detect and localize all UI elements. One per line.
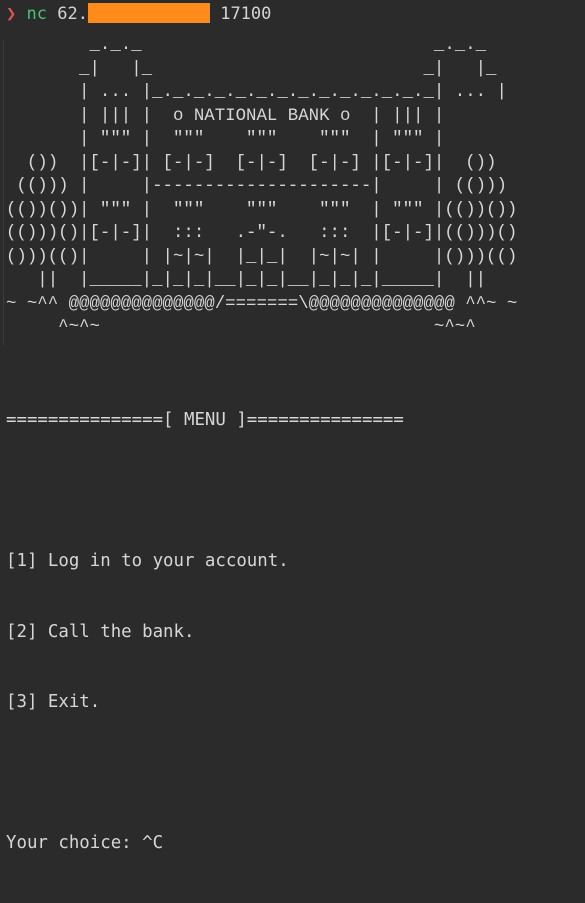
menu-output: ===============[ MENU ]=============== [… <box>6 362 404 903</box>
banner-line: ()))(()| | |~|~| |_|_| |~|~| | |()))(() <box>6 247 518 267</box>
port-number: 17100 <box>220 4 272 24</box>
menu-item-exit: [3] Exit. <box>6 692 101 712</box>
banner-line: ^~^~ ~^~^ <box>6 318 476 337</box>
host-prefix: 62. <box>57 4 88 24</box>
banner-line: ()) |[-|-]| [-|-] [-|-] [-|-] |[-|-]| ()… <box>6 153 497 173</box>
banner-line: || |_____|_|_|_|__|_|_|__|_|_|_|_____| |… <box>6 271 487 290</box>
command-name: nc <box>26 4 47 24</box>
banner-line: | """ | """ """ """ | """ | <box>6 130 445 149</box>
banner-line: (())())| """ | """ """ """ | """ |(())()… <box>6 200 518 220</box>
redacted-host-block <box>87 3 210 23</box>
banner-line: | ||| | o NATIONAL BANK o | ||| | <box>6 106 445 126</box>
banner-line: | ... |_._._._._._._._._._._._._._| ... … <box>6 83 507 102</box>
shell-prompt-line: ❯ nc 62. 17100 <box>6 2 271 26</box>
banner-line: ~ ~^^ @@@@@@@@@@@@@@/=======\@@@@@@@@@@@… <box>6 294 518 314</box>
menu-item-call-bank: [2] Call the bank. <box>6 621 195 642</box>
bank-ascii-banner: _._._ _._._ _| |_ _| |_ | ... |_._._._._… <box>6 34 517 340</box>
scroll-divider <box>3 40 4 345</box>
terminal-window[interactable]: ❯ nc 62. 17100 _._._ _._._ _| |_ _| |_ |… <box>0 0 585 853</box>
banner-line: (()))()|[-|-]| ::: .-"-. ::: |[-|-]|(())… <box>6 224 518 243</box>
menu-item-login: [1] Log in to your account. <box>6 551 289 571</box>
banner-line: _._._ _._._ <box>6 36 487 55</box>
banner-line: (())) | |---------------------| | (())) <box>6 177 507 196</box>
banner-line: _| |_ _| |_ <box>6 59 497 79</box>
menu-title: ===============[ MENU ]=============== <box>6 410 404 430</box>
choice-prompt[interactable]: Your choice: ^C <box>6 832 404 856</box>
prompt-arrow-icon: ❯ <box>6 4 17 24</box>
